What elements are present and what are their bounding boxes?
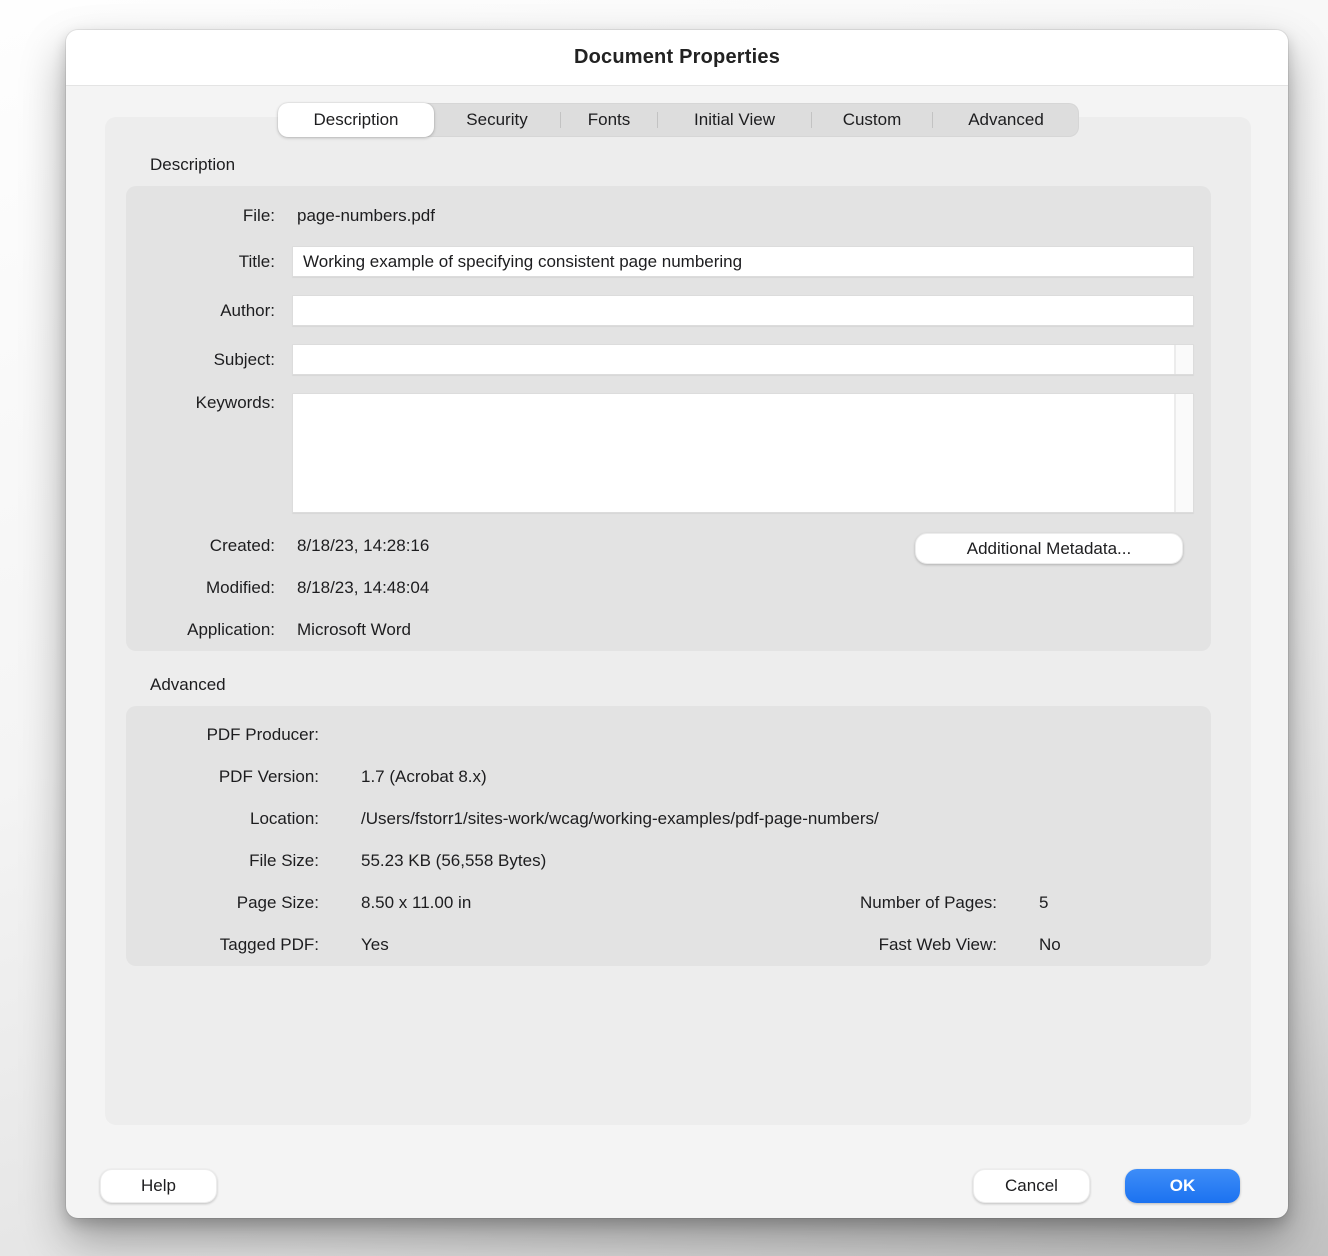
description-group: File: page-numbers.pdf Title: Author: Su… <box>126 186 1211 651</box>
file-value: page-numbers.pdf <box>297 206 435 226</box>
number-of-pages-value: 5 <box>1039 893 1048 913</box>
file-size-label: File Size: <box>126 851 319 871</box>
tab-security[interactable]: Security <box>434 103 560 137</box>
keywords-scrollbar-track <box>1174 394 1193 512</box>
author-label: Author: <box>126 301 275 321</box>
author-field-frame <box>292 295 1194 326</box>
additional-metadata-button-label: Additional Metadata... <box>967 539 1131 559</box>
fast-web-view-label: Fast Web View: <box>727 935 997 955</box>
description-section-title: Description <box>150 155 235 175</box>
pdf-producer-label: PDF Producer: <box>126 725 319 745</box>
cancel-button-label: Cancel <box>1005 1176 1058 1196</box>
ok-button[interactable]: OK <box>1125 1169 1240 1203</box>
application-label: Application: <box>126 620 275 640</box>
pdf-version-value: 1.7 (Acrobat 8.x) <box>361 767 487 787</box>
additional-metadata-button[interactable]: Additional Metadata... <box>915 533 1183 564</box>
help-button-label: Help <box>141 1176 176 1196</box>
subject-scrollbar-track <box>1174 345 1193 374</box>
page-size-label: Page Size: <box>126 893 319 913</box>
author-input[interactable] <box>293 296 1193 325</box>
keywords-label: Keywords: <box>126 393 275 413</box>
tab-initial-view[interactable]: Initial View <box>658 103 811 137</box>
tab-initial-view-label: Initial View <box>694 110 775 130</box>
number-of-pages-label: Number of Pages: <box>727 893 997 913</box>
tab-advanced-label: Advanced <box>968 110 1044 130</box>
tagged-pdf-label: Tagged PDF: <box>126 935 319 955</box>
advanced-group: PDF Producer: PDF Version: 1.7 (Acrobat … <box>126 706 1211 966</box>
tagged-pdf-value: Yes <box>361 935 389 955</box>
ok-button-label: OK <box>1170 1176 1196 1196</box>
keywords-field-frame <box>292 393 1194 513</box>
title-label: Title: <box>126 252 275 272</box>
keywords-textarea[interactable] <box>293 394 1172 512</box>
created-label: Created: <box>126 536 275 556</box>
subject-field-frame <box>292 344 1194 375</box>
created-value: 8/18/23, 14:28:16 <box>297 536 429 556</box>
tab-custom-label: Custom <box>843 110 902 130</box>
advanced-section-title: Advanced <box>150 675 226 695</box>
title-input[interactable] <box>293 247 1193 276</box>
tab-description[interactable]: Description <box>278 103 434 137</box>
application-value: Microsoft Word <box>297 620 411 640</box>
subject-label: Subject: <box>126 350 275 370</box>
location-value: /Users/fstorr1/sites-work/wcag/working-e… <box>361 809 879 829</box>
pdf-version-label: PDF Version: <box>126 767 319 787</box>
modified-label: Modified: <box>126 578 275 598</box>
tab-description-label: Description <box>313 110 398 130</box>
help-button[interactable]: Help <box>100 1169 217 1203</box>
titlebar: Document Properties <box>66 30 1288 86</box>
fast-web-view-value: No <box>1039 935 1061 955</box>
tab-fonts[interactable]: Fonts <box>561 103 657 137</box>
tab-security-label: Security <box>466 110 527 130</box>
tab-bar: Description Security Fonts Initial View … <box>278 103 1079 137</box>
window-title: Document Properties <box>574 46 780 69</box>
content-panel: Description File: page-numbers.pdf Title… <box>105 117 1251 1125</box>
subject-input[interactable] <box>293 345 1172 374</box>
file-label: File: <box>126 206 275 226</box>
modified-value: 8/18/23, 14:48:04 <box>297 578 429 598</box>
file-size-value: 55.23 KB (56,558 Bytes) <box>361 851 546 871</box>
document-properties-dialog: Document Properties Description Security… <box>66 30 1288 1218</box>
location-label: Location: <box>126 809 319 829</box>
page-size-value: 8.50 x 11.00 in <box>361 893 471 913</box>
cancel-button[interactable]: Cancel <box>973 1169 1090 1203</box>
title-field-frame <box>292 246 1194 277</box>
tab-custom[interactable]: Custom <box>812 103 932 137</box>
tab-advanced[interactable]: Advanced <box>933 103 1079 137</box>
tab-fonts-label: Fonts <box>588 110 631 130</box>
